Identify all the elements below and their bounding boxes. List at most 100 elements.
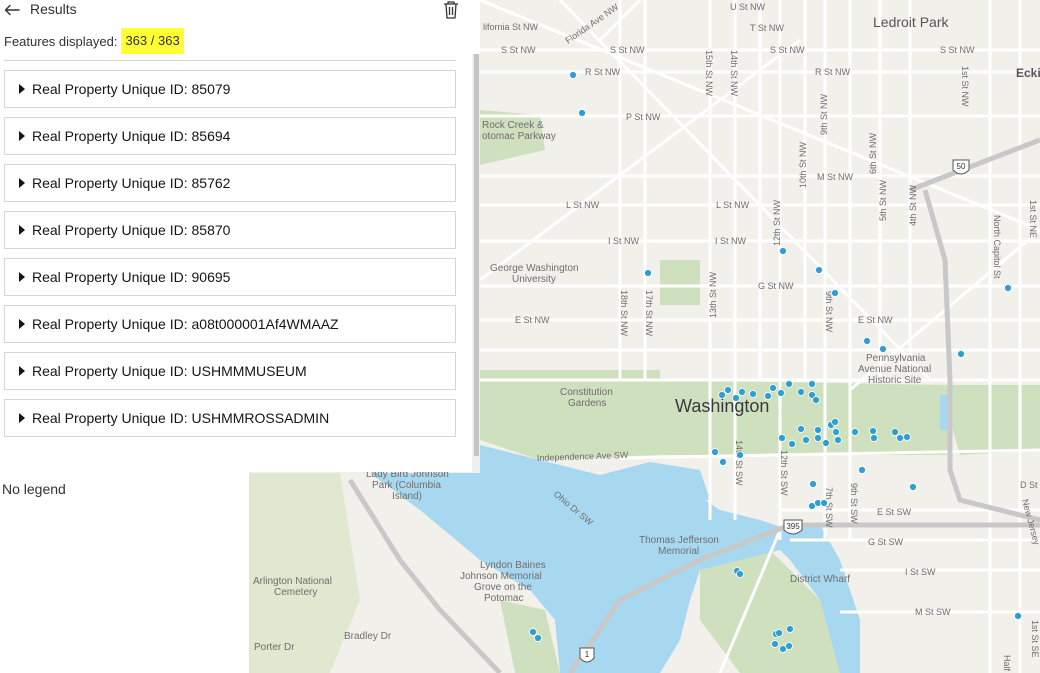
feature-point <box>764 392 772 400</box>
label-penn-2: Avenue National <box>858 364 931 375</box>
list-item[interactable]: Real Property Unique ID: 85694 <box>4 117 456 155</box>
highway-shield-395: 395 <box>783 519 803 535</box>
label-rock-creek-1: Rock Creek & <box>482 120 544 131</box>
feature-point <box>529 628 537 636</box>
svg-text:1st St NW: 1st St NW <box>960 66 970 107</box>
svg-text:50: 50 <box>957 162 966 171</box>
caret-right-icon <box>19 131 25 141</box>
list-item[interactable]: Real Property Unique ID: 90695 <box>4 258 456 296</box>
feature-point <box>779 247 787 255</box>
feature-point <box>903 433 911 441</box>
caret-right-icon <box>19 272 25 282</box>
results-list: Real Property Unique ID: 85079 Real Prop… <box>0 54 470 472</box>
svg-text:E St NW: E St NW <box>858 315 893 325</box>
features-displayed: Features displayed: 363 / 363 <box>4 28 184 54</box>
label-ledroit-park: Ledroit Park <box>873 14 949 30</box>
list-item-partial <box>4 54 456 61</box>
list-item[interactable]: Real Property Unique ID: a08t000001Af4WM… <box>4 305 456 343</box>
feature-point <box>814 434 822 442</box>
label-constitution-2: Gardens <box>568 398 606 409</box>
feature-point <box>718 391 726 399</box>
feature-point <box>788 440 796 448</box>
list-item[interactable]: Real Property Unique ID: 85762 <box>4 164 456 202</box>
list-item[interactable]: Real Property Unique ID: USHMMROSSADMIN <box>4 399 456 437</box>
list-item-label: Real Property Unique ID: USHMMROSSADMIN <box>32 410 330 426</box>
delete-button[interactable] <box>442 0 460 20</box>
feature-point <box>896 434 904 442</box>
feature-point <box>534 634 542 642</box>
feature-point <box>786 625 794 633</box>
caret-right-icon <box>19 366 25 376</box>
caret-right-icon <box>19 178 25 188</box>
feature-point <box>749 390 757 398</box>
list-item[interactable]: Real Property Unique ID: USHMMMUSEUM <box>4 352 456 390</box>
svg-text:I St NW: I St NW <box>715 236 747 246</box>
svg-text:I St SW: I St SW <box>905 567 936 577</box>
feature-point <box>802 436 810 444</box>
svg-text:15th St NW: 15th St NW <box>704 50 714 97</box>
label-lbj-2: Johnson Memorial <box>460 571 542 582</box>
svg-text:R St NW: R St NW <box>815 67 851 77</box>
list-item-label: Real Property Unique ID: 85079 <box>32 81 231 97</box>
feature-point <box>812 396 820 404</box>
svg-text:S St NW: S St NW <box>501 45 536 55</box>
feature-point <box>775 629 783 637</box>
caret-right-icon <box>19 84 25 94</box>
list-item-label: Real Property Unique ID: 85694 <box>32 128 231 144</box>
results-scrollbar[interactable] <box>472 54 480 472</box>
list-item-label: Real Property Unique ID: a08t000001Af4WM… <box>32 316 339 332</box>
feature-point <box>822 439 830 447</box>
scrollbar-thumb[interactable] <box>474 54 479 456</box>
svg-text:6th St NW: 6th St NW <box>868 133 878 175</box>
list-item[interactable]: Real Property Unique ID: 85079 <box>4 70 456 108</box>
list-item[interactable]: Real Property Unique ID: 85870 <box>4 211 456 249</box>
list-item-label: Real Property Unique ID: 85870 <box>32 222 231 238</box>
feature-point <box>569 71 577 79</box>
feature-point <box>831 289 839 297</box>
svg-text:12th St SW: 12th St SW <box>779 450 789 496</box>
features-count: 363 / 363 <box>121 28 184 54</box>
svg-text:L St NW: L St NW <box>716 200 750 210</box>
svg-text:T St NW: T St NW <box>750 23 784 33</box>
label-penn-1: Pennsylvania <box>866 353 926 364</box>
feature-point <box>771 640 779 648</box>
svg-text:S St NW: S St NW <box>940 45 975 55</box>
svg-text:14th St NW: 14th St NW <box>729 50 739 97</box>
feature-point <box>909 483 917 491</box>
feature-point <box>769 384 777 392</box>
feature-point <box>711 448 719 456</box>
feature-point <box>870 434 878 442</box>
back-button[interactable] <box>4 0 20 20</box>
svg-text:7th St SW: 7th St SW <box>824 487 834 528</box>
svg-text:U St NW: U St NW <box>730 2 766 12</box>
label-eckington: Ecki <box>1016 66 1040 80</box>
svg-text:L St NW: L St NW <box>566 200 600 210</box>
svg-text:9th St NW: 9th St NW <box>824 291 834 333</box>
svg-text:14th St SW: 14th St SW <box>734 440 744 486</box>
lafayette-park <box>660 260 700 305</box>
svg-text:9th St NW: 9th St NW <box>819 94 829 136</box>
results-panel: Results Features displayed: 363 / 363 Re… <box>0 0 480 472</box>
label-bradley-dr: Bradley Dr <box>344 631 392 642</box>
svg-text:G St SW: G St SW <box>868 537 904 547</box>
caret-right-icon <box>19 319 25 329</box>
svg-text:1st St SE: 1st St SE <box>1030 620 1040 658</box>
feature-point <box>732 394 740 402</box>
feature-point <box>834 436 842 444</box>
svg-text:13th St NW: 13th St NW <box>708 271 718 318</box>
svg-text:P St NW: P St NW <box>626 112 661 122</box>
feature-point <box>578 109 586 117</box>
svg-text:S St NW: S St NW <box>610 45 645 55</box>
label-lbj-4: Potomac <box>484 593 523 604</box>
label-jefferson-1: Thomas Jefferson <box>639 535 719 546</box>
list-item-label: Real Property Unique ID: USHMMMUSEUM <box>32 363 307 379</box>
svg-text:10th St NW: 10th St NW <box>798 141 808 188</box>
feature-point <box>957 350 965 358</box>
svg-text:5th St NW: 5th St NW <box>878 180 888 222</box>
svg-text:S St NW: S St NW <box>770 45 805 55</box>
svg-text:E St SW: E St SW <box>877 507 912 517</box>
no-legend-text: No legend <box>2 481 66 497</box>
feature-point <box>736 451 744 459</box>
svg-text:12th St NW: 12th St NW <box>772 199 782 246</box>
caret-right-icon <box>19 225 25 235</box>
